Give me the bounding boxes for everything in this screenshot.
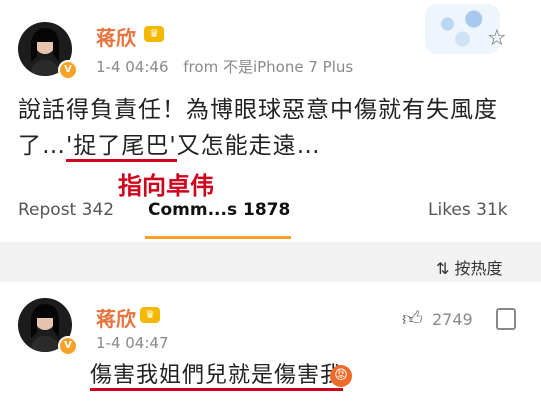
comment-text: 傷害我姐們兒就是傷害我 (90, 358, 344, 394)
crown-icon: ♛ (140, 307, 160, 323)
post-text-highlight: '捉了尾巴' (66, 133, 177, 162)
comment-author-name[interactable]: 蒋欣 (96, 303, 136, 332)
post-text-prefix: 了… (18, 133, 66, 159)
post-text-suffix: 又怎能走遠… (176, 133, 321, 159)
post-author-name[interactable]: 蒋欣 (96, 22, 136, 51)
crown-icon: ♛ (144, 26, 164, 42)
sort-by-popularity[interactable]: ⇅ 按热度 (436, 255, 503, 279)
likes-button[interactable]: Likes 31k (428, 200, 508, 220)
verified-badge-icon: V (58, 60, 78, 80)
post-meta: 1-4 04:46 from 不是iPhone 7 Plus (96, 56, 353, 77)
post-source: from 不是iPhone 7 Plus (183, 58, 354, 76)
annotation-text: 指向卓伟 (118, 172, 214, 200)
comments-tab[interactable]: Comm...s 1878 (148, 200, 290, 220)
sort-label: 按热度 (454, 259, 503, 278)
comment-timestamp: 1-4 04:47 (96, 334, 169, 352)
repost-button[interactable]: Repost 342 (18, 200, 114, 220)
sort-icon: ⇅ (436, 259, 450, 278)
reply-icon[interactable] (496, 308, 516, 330)
favorite-star-icon[interactable]: ☆ (487, 26, 507, 51)
post-text-line1: 說話得負責任！為博眼球惡意中傷就有失風度 (18, 97, 498, 123)
comment-text-content: 傷害我姐們兒就是傷害我 (90, 363, 344, 391)
thumbs-up-icon: 👍︎ (402, 306, 423, 330)
comment-like-button[interactable]: 👍︎ (402, 306, 423, 331)
comment-like-count: 2749 (432, 310, 473, 329)
verified-badge-icon: V (58, 336, 78, 356)
angry-face-icon: 😡︎ (330, 365, 352, 387)
post-text-line2: 了…'捉了尾巴'又怎能走遠… (18, 128, 321, 164)
active-tab-indicator (145, 236, 291, 239)
post-timestamp: 1-4 04:46 (96, 58, 169, 76)
